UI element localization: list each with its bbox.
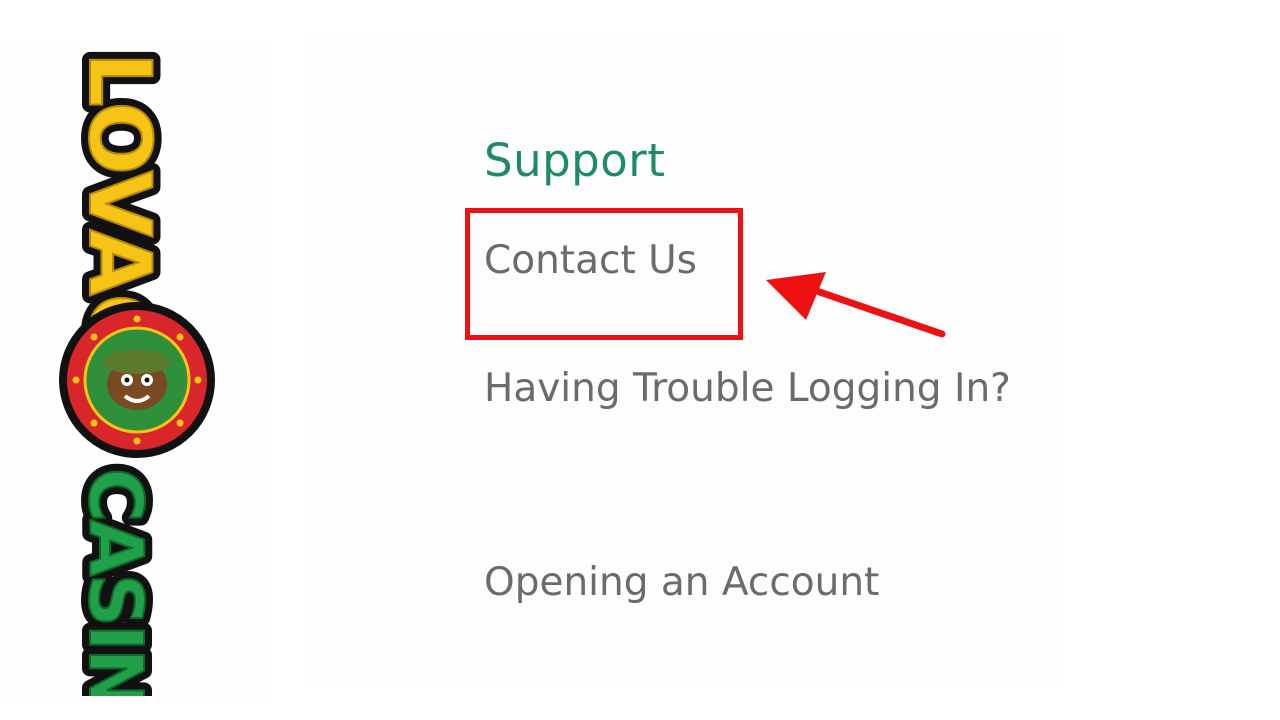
logo-casino-text: CASIN xyxy=(72,468,158,696)
support-heading: Support xyxy=(484,134,666,187)
logo-badge xyxy=(59,302,215,458)
trouble-logging-in-link[interactable]: Having Trouble Logging In? xyxy=(484,354,1044,424)
casinolovac-logo: LOVAC LOVAC CASIN CASIN xyxy=(59,44,215,696)
opening-an-account-link[interactable]: Opening an Account xyxy=(484,548,879,618)
arrow-left-icon xyxy=(766,272,946,338)
contact-us-link[interactable]: Contact Us xyxy=(484,226,697,296)
tutorial-canvas: LOVAC LOVAC CASIN CASIN Support Contact … xyxy=(0,0,1280,720)
